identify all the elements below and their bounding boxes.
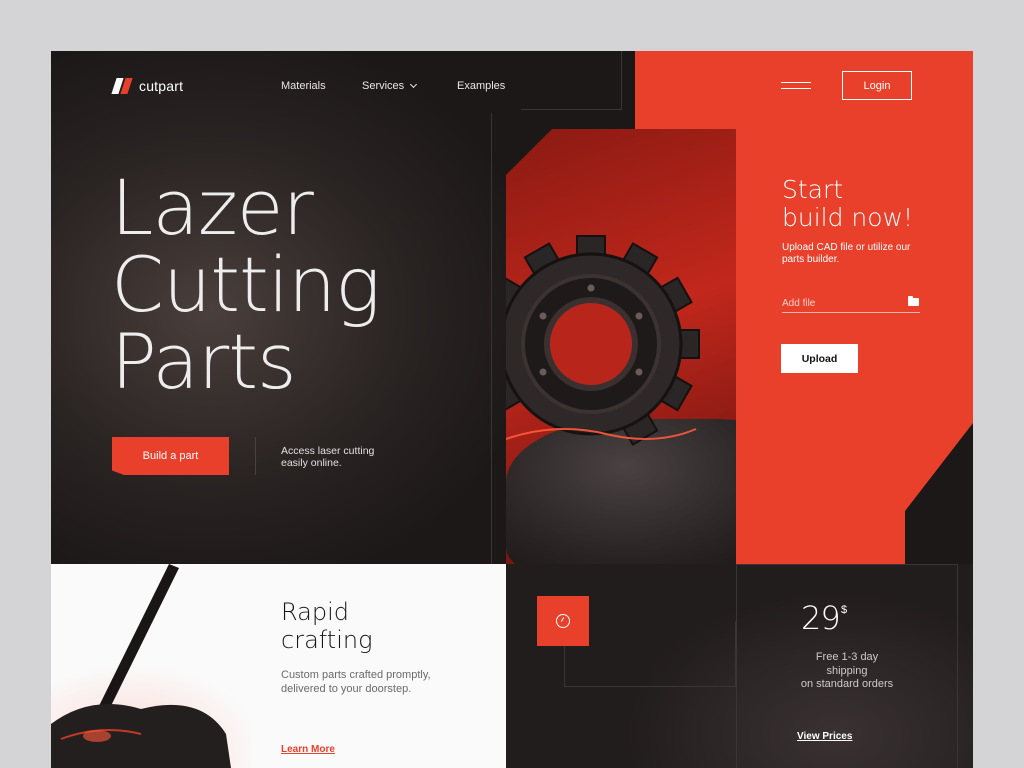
divider-line [255, 437, 256, 475]
logo-icon [111, 78, 133, 94]
price-currency: $ [841, 604, 848, 616]
hero-title-line: Lazer [111, 163, 314, 252]
menu-icon[interactable] [781, 82, 811, 90]
gear-icon [506, 235, 700, 446]
start-build-title-line: Start [782, 175, 844, 204]
add-file-input[interactable] [782, 295, 920, 313]
nav-item-services-label: Services [362, 80, 405, 92]
learn-more-link[interactable]: Learn More [281, 744, 335, 755]
divider-line [521, 109, 622, 110]
decorative-outline [564, 621, 736, 687]
price-value: 29 [801, 599, 841, 637]
divider-line [621, 51, 622, 109]
rapid-crafting-title: Rapid crafting [281, 598, 373, 654]
clock-badge [537, 596, 589, 646]
rapid-title-line: Rapid [281, 598, 349, 626]
chevron-down-icon [410, 80, 418, 89]
landing-page: cutpart Materials Services Examples Logi… [51, 51, 973, 768]
shipping-line: on standard orders [800, 678, 894, 690]
shipping-line: Free 1-3 day [815, 651, 879, 663]
clock-icon [556, 614, 570, 628]
laser-image [51, 564, 251, 768]
login-button[interactable]: Login [842, 71, 912, 100]
rapid-crafting-card: Rapid crafting Custom parts crafted prom… [51, 564, 506, 768]
nav-item-materials[interactable]: Materials [281, 80, 326, 92]
start-build-title: Start build now! [782, 176, 913, 232]
divider-line [736, 564, 958, 565]
divider-line [736, 564, 737, 768]
hero-note: Access laser cutting easily online. [281, 445, 375, 469]
laser-pen-icon [51, 564, 231, 768]
shipping-line: shipping [826, 664, 868, 677]
gear-image [506, 129, 736, 564]
logo-text: cutpart [139, 78, 184, 94]
nav-item-examples[interactable]: Examples [457, 80, 505, 92]
start-build-title-line: build now! [782, 203, 914, 232]
hero-title-line: Cutting [111, 240, 381, 329]
hero-title-line: Parts [111, 317, 297, 406]
upload-button[interactable]: Upload [781, 344, 858, 373]
hero-title: Lazer Cutting Parts [111, 163, 381, 406]
divider-line [957, 564, 958, 768]
folder-icon[interactable] [908, 296, 919, 306]
start-build-subtitle: Upload CAD file or utilize our parts bui… [782, 242, 911, 265]
rapid-crafting-subtitle: Custom parts crafted promptly, delivered… [281, 669, 431, 695]
view-prices-link[interactable]: View Prices [797, 731, 852, 742]
rapid-title-line: crafting [281, 626, 373, 654]
shipping-text: Free 1-3 day shipping on standard orders [757, 651, 937, 692]
logo[interactable]: cutpart [111, 78, 184, 94]
build-a-part-button[interactable]: Build a part [112, 437, 229, 475]
nav-item-services[interactable]: Services [362, 80, 418, 92]
